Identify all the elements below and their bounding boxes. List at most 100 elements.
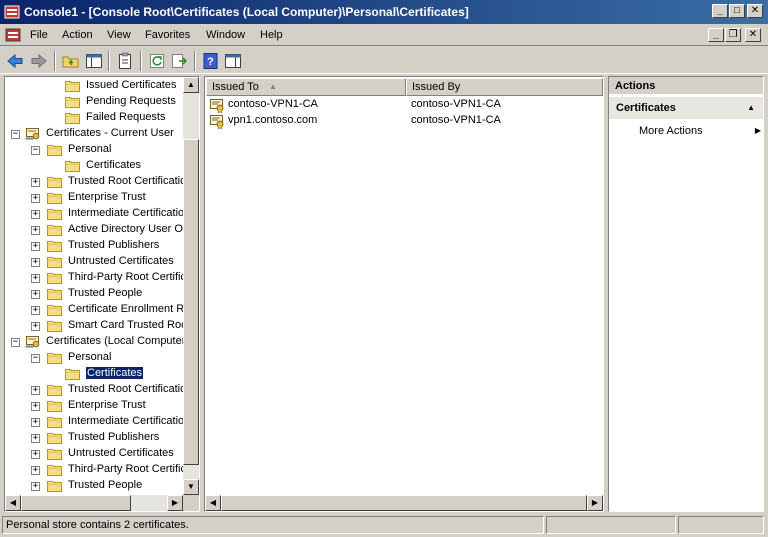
document-minimize-button[interactable]: _: [708, 28, 724, 42]
tree-node[interactable]: + Enterprise Trust: [5, 398, 181, 414]
expand-icon[interactable]: +: [31, 450, 40, 459]
scroll-left-button[interactable]: ◀: [5, 495, 21, 511]
tree-node[interactable]: − Personal: [5, 350, 181, 366]
column-header-issued-by[interactable]: Issued By: [406, 78, 603, 96]
tree-node[interactable]: + Trusted People: [5, 286, 181, 302]
folder-icon: [47, 257, 62, 268]
scroll-left-button[interactable]: ◀: [205, 495, 221, 511]
tree-node[interactable]: + Intermediate Certification Authorities: [5, 414, 199, 430]
document-restore-button[interactable]: ❐: [725, 28, 741, 42]
expand-icon[interactable]: +: [31, 210, 40, 219]
tree-node[interactable]: Pending Requests: [5, 94, 181, 110]
expand-icon[interactable]: +: [31, 258, 40, 267]
tree-node[interactable]: + Trusted People: [5, 478, 181, 494]
show-hide-tree-icon[interactable]: [85, 52, 103, 70]
tree-vertical-thumb[interactable]: [183, 139, 199, 465]
tree-node[interactable]: + Third-Party Root Certification Authorit…: [5, 462, 199, 478]
tree-node[interactable]: − Certificates (Local Computer): [5, 334, 189, 350]
table-row[interactable]: contoso-VPN1-CA contoso-VPN1-CA: [209, 97, 599, 113]
menu-favorites[interactable]: Favorites: [145, 29, 190, 41]
expand-icon[interactable]: +: [31, 242, 40, 251]
show-hide-action-pane-icon[interactable]: [224, 52, 242, 70]
collapse-arrow-icon[interactable]: ▲: [747, 97, 755, 119]
expand-icon[interactable]: +: [31, 434, 40, 443]
actions-section-certificates[interactable]: Certificates ▲: [609, 97, 763, 119]
scroll-up-button[interactable]: ▲: [183, 77, 199, 93]
help-icon[interactable]: ?: [202, 52, 220, 70]
properties-icon[interactable]: [116, 52, 134, 70]
results-horizontal-scrollbar[interactable]: ◀ ▶: [205, 495, 603, 511]
refresh-icon[interactable]: [148, 52, 166, 70]
table-row[interactable]: vpn1.contoso.com contoso-VPN1-CA: [209, 113, 599, 129]
maximize-button[interactable]: □: [729, 4, 745, 18]
document-icon[interactable]: [5, 27, 21, 43]
back-arrow-icon[interactable]: [6, 52, 24, 70]
tree-vertical-scrollbar[interactable]: ▲ ▼: [183, 77, 199, 495]
title-bar[interactable]: Console1 - [Console Root\Certificates (L…: [0, 0, 768, 24]
tree-node[interactable]: Certificates: [5, 158, 181, 174]
action-more-actions[interactable]: More Actions ▶: [639, 125, 761, 141]
folder-icon: [47, 289, 62, 300]
tree-node[interactable]: + Trusted Root Certification Authorities: [5, 382, 199, 398]
minimize-button[interactable]: _: [712, 4, 728, 18]
collapse-icon[interactable]: −: [31, 354, 40, 363]
tree-horizontal-thumb[interactable]: [21, 495, 131, 511]
expand-icon[interactable]: +: [31, 386, 40, 395]
close-button[interactable]: ✕: [747, 4, 763, 18]
expand-icon[interactable]: +: [31, 322, 40, 331]
menu-window[interactable]: Window: [206, 29, 245, 41]
expand-icon[interactable]: +: [31, 290, 40, 299]
expand-icon[interactable]: +: [31, 466, 40, 475]
expand-icon[interactable]: +: [31, 306, 40, 315]
forward-arrow-icon[interactable]: [30, 52, 48, 70]
tree-node[interactable]: + Trusted Publishers: [5, 238, 181, 254]
tree-node[interactable]: Issued Certificates: [5, 78, 181, 94]
status-panel: [546, 516, 676, 534]
tree-node[interactable]: + Untrusted Certificates: [5, 254, 181, 270]
expand-icon[interactable]: +: [31, 402, 40, 411]
tree-node[interactable]: − Personal: [5, 142, 181, 158]
menu-help[interactable]: Help: [260, 29, 283, 41]
tree-node[interactable]: + Smart Card Trusted Roots: [5, 318, 196, 334]
results-horizontal-thumb[interactable]: [221, 495, 587, 511]
folder-icon: [47, 401, 62, 412]
scroll-down-button[interactable]: ▼: [183, 479, 199, 495]
export-list-icon[interactable]: [170, 52, 188, 70]
menu-action[interactable]: Action: [62, 29, 93, 41]
folder-icon: [47, 177, 62, 188]
expand-icon[interactable]: +: [31, 194, 40, 203]
collapse-icon[interactable]: −: [11, 130, 20, 139]
scroll-right-button[interactable]: ▶: [167, 495, 183, 511]
expand-icon[interactable]: +: [31, 226, 40, 235]
tree-node[interactable]: + Third-Party Root Certification Authorit…: [5, 270, 199, 286]
tree-node[interactable]: + Enterprise Trust: [5, 190, 181, 206]
scroll-right-button[interactable]: ▶: [587, 495, 603, 511]
document-close-button[interactable]: ✕: [745, 28, 761, 42]
expand-icon[interactable]: +: [31, 178, 40, 187]
tree-node[interactable]: Certificates: [5, 366, 181, 382]
tree-node[interactable]: + Trusted Publishers: [5, 430, 181, 446]
expand-icon[interactable]: +: [31, 418, 40, 427]
collapse-icon[interactable]: −: [11, 338, 20, 347]
menu-file[interactable]: File: [30, 29, 48, 41]
results-pane[interactable]: Issued To ▲ Issued By contoso-VPN1-CA co…: [204, 76, 604, 512]
console-tree-pane[interactable]: Issued Certificates Pending Requests Faile…: [4, 76, 200, 512]
tree-node[interactable]: + Untrusted Certificates: [5, 446, 181, 462]
expand-icon[interactable]: +: [31, 274, 40, 283]
tree-node[interactable]: + Active Directory User Object: [5, 222, 199, 238]
toolbar-separator: [194, 51, 196, 71]
tree-node[interactable]: + Trusted Root Certification Authorities: [5, 174, 199, 190]
menu-view[interactable]: View: [107, 29, 131, 41]
tree-node-label: Untrusted Certificates: [68, 447, 174, 459]
tree-node[interactable]: + Certificate Enrollment Requests: [5, 302, 199, 318]
tree-horizontal-scrollbar[interactable]: ◀ ▶: [5, 495, 183, 511]
tree-node[interactable]: Failed Requests: [5, 110, 181, 126]
collapse-icon[interactable]: −: [31, 146, 40, 155]
actions-header: Actions: [609, 77, 763, 95]
tree-node[interactable]: + Intermediate Certification Authorities: [5, 206, 199, 222]
tree-node-label: Pending Requests: [86, 95, 176, 107]
up-folder-icon[interactable]: [62, 52, 80, 70]
expand-icon[interactable]: +: [31, 482, 40, 491]
column-header-issued-to[interactable]: Issued To ▲: [206, 78, 406, 96]
tree-node[interactable]: − Certificates - Current User: [5, 126, 181, 142]
